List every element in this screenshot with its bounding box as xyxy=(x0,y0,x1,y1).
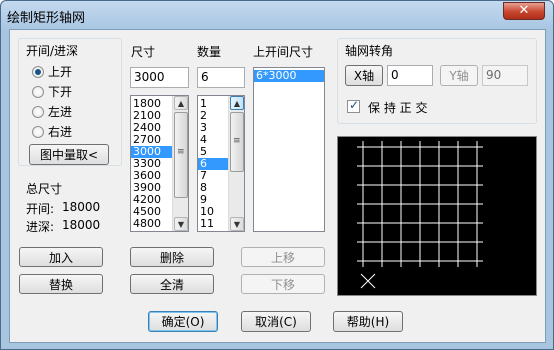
radio-label: 上开 xyxy=(48,65,73,79)
depth-total-value: 18000 xyxy=(62,218,101,232)
help-button[interactable]: 帮助(H) xyxy=(333,311,403,332)
keep-orthogonal-label: 保 持 正 交 xyxy=(368,101,428,115)
rotation-group-label: 轴网转角 xyxy=(345,44,394,58)
scroll-thumb[interactable] xyxy=(174,112,188,198)
radio-lower-bay[interactable]: 下开 xyxy=(32,83,72,100)
delete-button[interactable]: 删除 xyxy=(130,247,214,267)
count-label: 数量 xyxy=(197,45,222,59)
radio-upper-bay[interactable]: 上开 xyxy=(32,63,72,80)
dialog-body: 开间/进深 上开 下开 左进 右进 图中量取< 总尺寸 开间: 18000 进深… xyxy=(9,29,546,343)
count-input[interactable]: 6 xyxy=(197,67,245,88)
move-up-button[interactable]: 上移 xyxy=(241,247,325,267)
dialog-window: 绘制矩形轴网 ✕ 开间/进深 上开 下开 左进 右进 图中量取< 总尺寸 开间:… xyxy=(0,0,554,350)
clear-all-button[interactable]: 全清 xyxy=(130,274,214,294)
radio-indicator[interactable] xyxy=(32,85,44,98)
move-down-button[interactable]: 下移 xyxy=(241,274,325,294)
y-axis-button[interactable]: Y轴 xyxy=(440,65,478,86)
x-axis-button[interactable]: X轴 xyxy=(345,65,383,86)
scroll-down-icon[interactable]: ▼ xyxy=(230,217,244,231)
window-title: 绘制矩形轴网 xyxy=(7,11,86,26)
radio-right-depth[interactable]: 右进 xyxy=(32,123,72,140)
radio-left-depth[interactable]: 左进 xyxy=(32,103,72,120)
replace-button[interactable]: 替换 xyxy=(19,274,103,294)
grid-preview-canvas xyxy=(357,141,483,289)
count-list[interactable]: 123456789101112 ▲ ▼ xyxy=(197,95,245,232)
radio-label: 左进 xyxy=(48,105,73,119)
upper-bay-list[interactable]: 6*3000 xyxy=(253,67,325,232)
cancel-button[interactable]: 取消(C) xyxy=(241,311,311,332)
size-label: 尺寸 xyxy=(131,45,156,59)
scroll-up-icon[interactable]: ▲ xyxy=(230,96,244,110)
radio-label: 下开 xyxy=(48,85,73,99)
title-bar[interactable]: 绘制矩形轴网 ✕ xyxy=(1,1,553,29)
ok-button[interactable]: 确定(O) xyxy=(148,311,218,332)
count-list-scrollbar[interactable]: ▲ ▼ xyxy=(228,96,244,231)
size-list[interactable]: 1800 2100 2400 2700 3000 3300 3600 3900 4200 4500… xyxy=(130,95,189,232)
radio-indicator[interactable] xyxy=(32,105,44,118)
scroll-down-icon[interactable]: ▼ xyxy=(174,217,188,231)
radio-indicator[interactable] xyxy=(32,65,44,78)
scroll-thumb[interactable] xyxy=(230,112,244,172)
size-input[interactable]: 3000 xyxy=(130,67,189,88)
scroll-up-icon[interactable]: ▲ xyxy=(174,96,188,110)
keep-orthogonal-checkbox[interactable] xyxy=(347,98,360,113)
bay-total-label: 开间: xyxy=(26,202,55,216)
x-angle-input[interactable]: 0 xyxy=(387,65,433,86)
list-item[interactable]: 6*3000 xyxy=(254,70,324,82)
size-list-scrollbar[interactable]: ▲ ▼ xyxy=(172,96,188,231)
total-size-label: 总尺寸 xyxy=(26,182,63,196)
radio-indicator[interactable] xyxy=(32,125,44,138)
y-angle-input[interactable]: 90 xyxy=(482,65,528,86)
depth-total-label: 进深: xyxy=(26,220,55,234)
close-icon: ✕ xyxy=(518,3,530,18)
bay-depth-group-label: 开间/进深 xyxy=(26,44,79,58)
bay-total-value: 18000 xyxy=(62,200,101,214)
add-button[interactable]: 加入 xyxy=(19,247,103,267)
upper-bay-label: 上开间尺寸 xyxy=(253,45,314,59)
pick-from-drawing-button[interactable]: 图中量取< xyxy=(29,144,109,165)
close-button[interactable]: ✕ xyxy=(503,2,545,20)
radio-label: 右进 xyxy=(48,125,73,139)
grid-preview xyxy=(337,136,537,296)
